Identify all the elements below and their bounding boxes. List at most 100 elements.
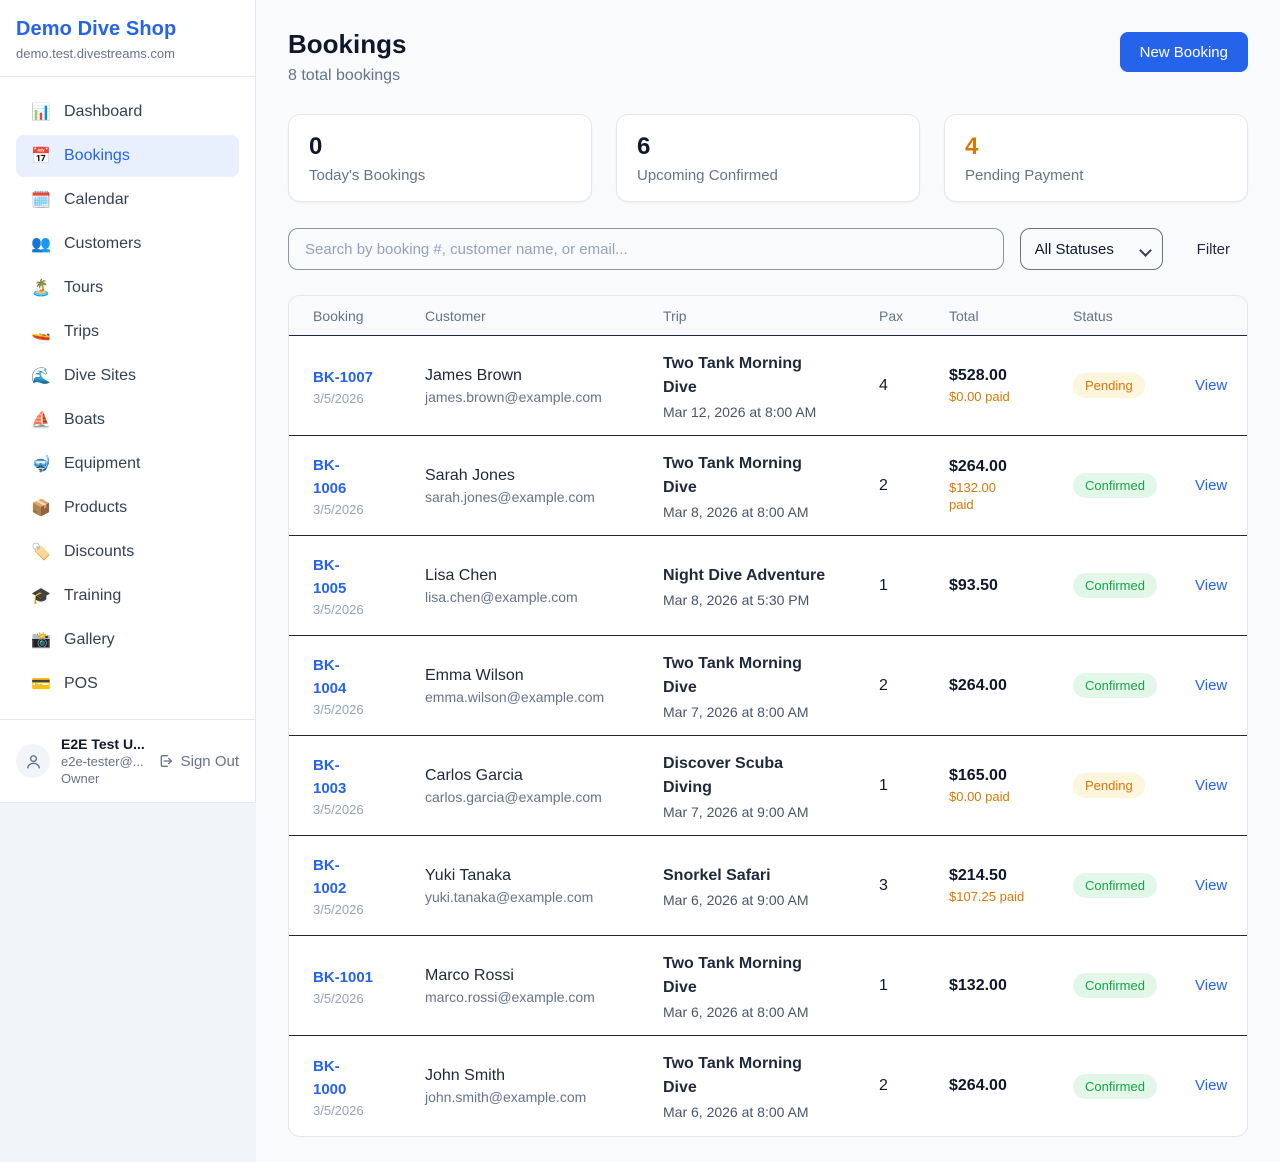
user-name: E2E Test U... [61, 736, 145, 752]
table-body: BK-1007 3/5/2026 James Brown james.brown… [289, 336, 1247, 1136]
sidebar-item-training[interactable]: 🎓 Training [16, 575, 239, 617]
customer-cell: Lisa Chen lisa.chen@example.com [425, 567, 663, 605]
sidebar-item-label: Gallery [64, 631, 115, 649]
stat-label: Today's Bookings [309, 167, 571, 184]
booking-cell: BK-1006 3/5/2026 [313, 454, 425, 517]
paid-amount: $0.00 paid [949, 788, 1061, 805]
customer-name: Lisa Chen [425, 567, 651, 585]
pax-cell: 1 [879, 977, 949, 995]
total-amount: $528.00 [949, 367, 1061, 385]
tours-icon: 🏝️ [31, 278, 51, 298]
sidebar-item-equipment[interactable]: 🤿 Equipment [16, 443, 239, 485]
sidebar-item-pos[interactable]: 💳 POS [16, 663, 239, 705]
booking-date: 3/5/2026 [313, 502, 413, 517]
customer-cell: James Brown james.brown@example.com [425, 367, 663, 405]
sidebar-item-tours[interactable]: 🏝️ Tours [16, 267, 239, 309]
trip-cell: Two Tank Morning Dive Mar 6, 2026 at 8:0… [663, 1052, 879, 1120]
table-row: BK-1004 3/5/2026 Emma Wilson emma.wilson… [289, 636, 1247, 736]
page-subtitle: 8 total bookings [288, 67, 406, 85]
booking-cell: BK-1007 3/5/2026 [313, 366, 425, 406]
sidebar-item-boats[interactable]: ⛵ Boats [16, 399, 239, 441]
filter-button[interactable]: Filter [1179, 241, 1248, 258]
sidebar-item-label: Bookings [64, 147, 130, 165]
customer-name: James Brown [425, 367, 651, 385]
sidebar: Demo Dive Shop demo.test.divestreams.com… [0, 0, 256, 803]
dashboard-icon: 📊 [31, 102, 51, 122]
status-badge: Confirmed [1073, 473, 1157, 498]
view-link[interactable]: View [1195, 677, 1227, 694]
view-link[interactable]: View [1195, 577, 1227, 594]
trip-cell: Two Tank Morning Dive Mar 12, 2026 at 8:… [663, 352, 879, 420]
sidebar-item-dashboard[interactable]: 📊 Dashboard [16, 91, 239, 133]
booking-id-link[interactable]: BK-1000 [313, 1055, 413, 1101]
stat-label: Upcoming Confirmed [637, 167, 899, 184]
new-booking-button[interactable]: New Booking [1120, 32, 1248, 72]
view-link[interactable]: View [1195, 877, 1227, 894]
view-link[interactable]: View [1195, 977, 1227, 994]
sidebar-item-label: Training [64, 587, 121, 605]
sidebar-item-label: Products [64, 499, 127, 517]
stat-card: 0 Today's Bookings [288, 114, 592, 202]
status-select[interactable]: All Statuses [1020, 228, 1163, 270]
customer-cell: Yuki Tanaka yuki.tanaka@example.com [425, 867, 663, 905]
booking-date: 3/5/2026 [313, 991, 413, 1006]
customer-cell: Emma Wilson emma.wilson@example.com [425, 667, 663, 705]
paid-amount: $132.00paid [949, 479, 1061, 513]
stat-card: 6 Upcoming Confirmed [616, 114, 920, 202]
trip-name: Two Tank Morning Dive [663, 452, 829, 500]
sidebar-item-products[interactable]: 📦 Products [16, 487, 239, 529]
user-section: E2E Test U... e2e-tester@... Owner Sign … [0, 719, 255, 802]
trip-datetime: Mar 7, 2026 at 9:00 AM [663, 804, 867, 820]
sign-out-button[interactable]: Sign Out [158, 753, 239, 770]
customer-name: Carlos Garcia [425, 767, 651, 785]
view-link[interactable]: View [1195, 777, 1227, 794]
status-cell: Confirmed [1073, 573, 1195, 598]
booking-cell: BK-1003 3/5/2026 [313, 754, 425, 817]
column-header: Total [949, 308, 1073, 324]
booking-id-link[interactable]: BK-1007 [313, 366, 413, 389]
booking-cell: BK-1000 3/5/2026 [313, 1055, 425, 1118]
booking-date: 3/5/2026 [313, 802, 413, 817]
booking-id-link[interactable]: BK-1003 [313, 754, 413, 800]
logout-icon [158, 753, 174, 769]
total-amount: $264.00 [949, 677, 1061, 695]
customer-email: john.smith@example.com [425, 1089, 651, 1105]
view-link[interactable]: View [1195, 377, 1227, 394]
booking-id-link[interactable]: BK-1004 [313, 654, 413, 700]
pax-cell: 1 [879, 777, 949, 795]
trip-cell: Discover Scuba Diving Mar 7, 2026 at 9:0… [663, 752, 879, 820]
user-info: E2E Test U... e2e-tester@... Owner [61, 736, 145, 786]
booking-id-link[interactable]: BK-1002 [313, 854, 413, 900]
sidebar-item-gallery[interactable]: 📸 Gallery [16, 619, 239, 661]
sidebar-item-trips[interactable]: 🚤 Trips [16, 311, 239, 353]
status-badge: Confirmed [1073, 1074, 1157, 1099]
trip-name: Snorkel Safari [663, 864, 829, 888]
booking-date: 3/5/2026 [313, 391, 413, 406]
booking-id-link[interactable]: BK-1001 [313, 966, 413, 989]
total-amount: $264.00 [949, 458, 1061, 476]
search-input[interactable] [288, 228, 1004, 270]
sidebar-item-dive-sites[interactable]: 🌊 Dive Sites [16, 355, 239, 397]
customer-cell: Carlos Garcia carlos.garcia@example.com [425, 767, 663, 805]
trip-cell: Two Tank Morning Dive Mar 7, 2026 at 8:0… [663, 652, 879, 720]
status-cell: Pending [1073, 373, 1195, 398]
total-cell: $132.00 [949, 977, 1073, 995]
sidebar-item-calendar[interactable]: 🗓️ Calendar [16, 179, 239, 221]
sidebar-item-discounts[interactable]: 🏷️ Discounts [16, 531, 239, 573]
discounts-icon: 🏷️ [31, 542, 51, 562]
booking-cell: BK-1004 3/5/2026 [313, 654, 425, 717]
column-header: Pax [879, 308, 949, 324]
sidebar-item-bookings[interactable]: 📅 Bookings [16, 135, 239, 177]
booking-id-link[interactable]: BK-1005 [313, 554, 413, 600]
booking-id-link[interactable]: BK-1006 [313, 454, 413, 500]
sidebar-item-label: Equipment [64, 455, 141, 473]
trip-name: Two Tank Morning Dive [663, 952, 829, 1000]
trip-datetime: Mar 8, 2026 at 5:30 PM [663, 592, 867, 608]
view-link[interactable]: View [1195, 1077, 1227, 1094]
view-link[interactable]: View [1195, 477, 1227, 494]
customer-cell: Marco Rossi marco.rossi@example.com [425, 967, 663, 1005]
status-badge: Confirmed [1073, 573, 1157, 598]
sidebar-item-customers[interactable]: 👥 Customers [16, 223, 239, 265]
booking-date: 3/5/2026 [313, 702, 413, 717]
stat-value: 0 [309, 132, 571, 162]
